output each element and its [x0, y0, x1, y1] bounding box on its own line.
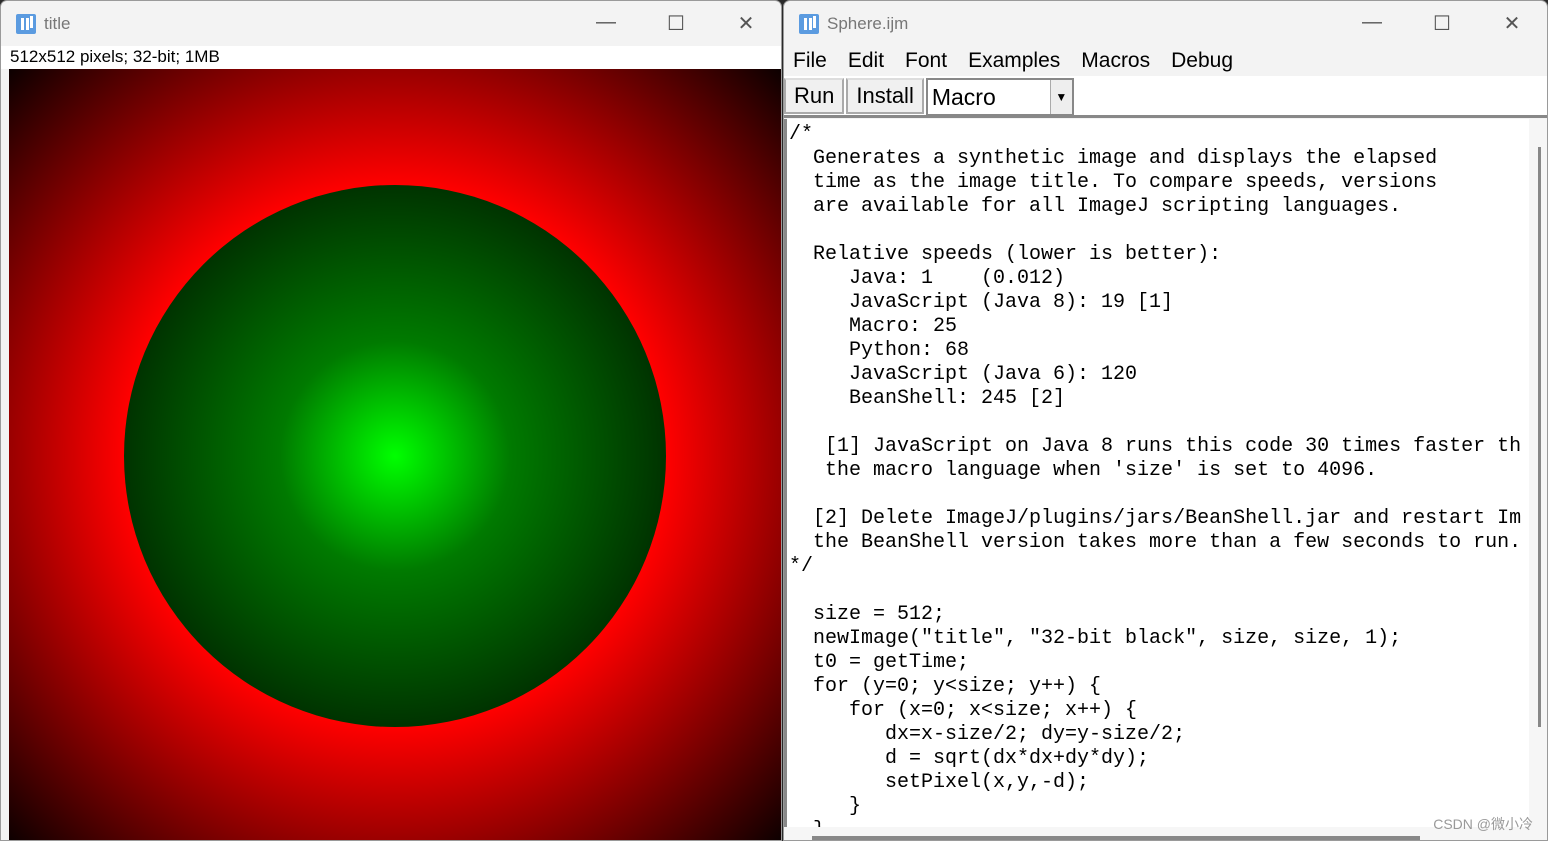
vertical-scrollbar[interactable] — [1529, 119, 1547, 827]
scroll-thumb[interactable] — [1538, 147, 1541, 727]
run-button[interactable]: Run — [784, 78, 845, 114]
image-window: title — ☐ ✕ 512x512 pixels; 32-bit; 1MB — [0, 0, 782, 841]
maximize-button[interactable]: ☐ — [1407, 11, 1477, 36]
window-title: title — [44, 13, 71, 33]
image-canvas[interactable] — [9, 69, 781, 840]
watermark: CSDN @微小冷 — [1433, 816, 1533, 832]
language-value: Macro — [931, 83, 996, 110]
sphere-image — [124, 185, 666, 727]
code-text[interactable]: /* Generates a synthetic image and displ… — [787, 119, 1529, 827]
close-button[interactable]: ✕ — [1477, 11, 1547, 36]
menu-bar: File Edit Font Examples Macros Debug — [784, 46, 1547, 76]
install-button[interactable]: Install — [846, 78, 924, 114]
title-bar[interactable]: title — ☐ ✕ — [1, 1, 781, 46]
code-editor[interactable]: /* Generates a synthetic image and displ… — [784, 119, 1529, 827]
language-select[interactable]: Macro ▼ — [925, 78, 1074, 116]
dropdown-arrow-icon[interactable]: ▼ — [1049, 80, 1072, 114]
menu-macros[interactable]: Macros — [1081, 49, 1150, 73]
maximize-button[interactable]: ☐ — [641, 11, 711, 36]
minimize-button[interactable]: — — [1337, 11, 1407, 36]
minimize-button[interactable]: — — [571, 11, 641, 36]
menu-font[interactable]: Font — [905, 49, 947, 73]
imagej-logo-icon — [16, 13, 36, 34]
menu-edit[interactable]: Edit — [848, 49, 884, 73]
menu-debug[interactable]: Debug — [1171, 49, 1233, 73]
window-title: Sphere.ijm — [827, 13, 909, 33]
scroll-thumb[interactable] — [812, 836, 1420, 840]
menu-examples[interactable]: Examples — [968, 49, 1060, 73]
editor-window: Sphere.ijm — ☐ ✕ File Edit Font Examples… — [783, 0, 1548, 841]
close-button[interactable]: ✕ — [711, 11, 781, 36]
menu-file[interactable]: File — [793, 49, 827, 73]
image-info: 512x512 pixels; 32-bit; 1MB — [1, 46, 781, 69]
imagej-logo-icon — [799, 13, 819, 34]
toolbar: Run Install Macro ▼ — [784, 76, 1547, 118]
title-bar[interactable]: Sphere.ijm — ☐ ✕ — [784, 1, 1547, 46]
